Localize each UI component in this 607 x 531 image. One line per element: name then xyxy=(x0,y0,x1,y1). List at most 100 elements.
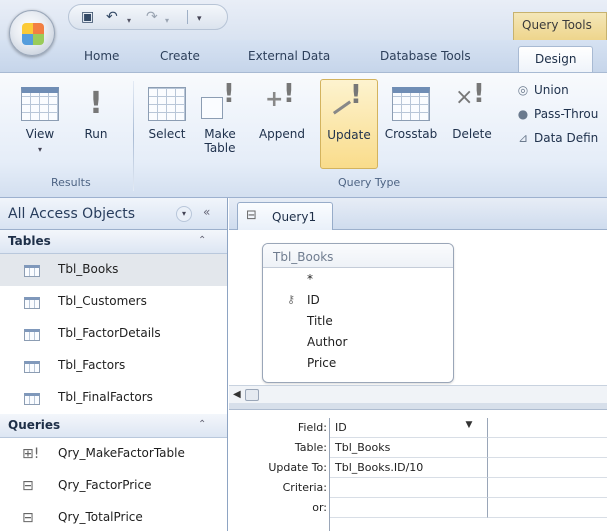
results-group-label: Results xyxy=(51,176,91,189)
tab-home[interactable]: Home xyxy=(84,49,119,63)
query-tools-context-label: Query Tools xyxy=(513,12,607,40)
union-label: Union xyxy=(534,83,569,97)
field-list-item[interactable]: Author xyxy=(307,335,347,349)
save-icon[interactable]: ▣ xyxy=(81,9,94,25)
make-table-icon: ! xyxy=(201,81,239,121)
grid-cell-empty[interactable] xyxy=(487,478,607,498)
field-list-item[interactable]: Price xyxy=(307,356,336,370)
queries-section-label: Queries xyxy=(8,418,61,432)
grid-cell-empty[interactable] xyxy=(487,418,607,438)
horizontal-scrollbar[interactable]: ◀ xyxy=(229,385,607,403)
run-label: Run xyxy=(84,127,108,141)
grid-cell-empty[interactable] xyxy=(487,458,607,478)
grid-row-label-update-to: Update To: xyxy=(268,461,327,474)
make-table-query-icon: ⊞! xyxy=(22,446,40,462)
union-button[interactable]: ◎ Union xyxy=(516,83,569,97)
tab-query1[interactable]: ⊟ Query1 xyxy=(237,202,333,230)
collapse-section-icon[interactable]: ⌃ xyxy=(198,235,206,246)
primary-key-icon: ⚷ xyxy=(287,293,296,306)
view-label: View xyxy=(25,127,55,141)
data-definition-button[interactable]: ⊿ Data Defin xyxy=(516,131,598,145)
collapse-section-icon[interactable]: ⌃ xyxy=(198,419,206,430)
nav-item-qry-totalprice[interactable]: ⊟ Qry_TotalPrice xyxy=(0,502,227,531)
chevron-down-icon[interactable]: ▾ xyxy=(176,206,192,222)
nav-item-tbl-customers[interactable]: Tbl_Customers xyxy=(0,286,227,318)
ribbon: View ▾ ! Run Results Select ! Make Table… xyxy=(0,72,607,198)
field-list-tbl-books[interactable]: Tbl_Books * ⚷ ID Title Author Price xyxy=(262,243,454,383)
table-icon xyxy=(24,265,40,277)
delete-button[interactable]: × ! Delete xyxy=(448,79,496,141)
document-tab-label: Query1 xyxy=(272,210,317,224)
nav-item-label: Qry_MakeFactorTable xyxy=(58,446,185,460)
nav-item-tbl-factors[interactable]: Tbl_Factors xyxy=(0,350,227,382)
tables-section-header[interactable]: Tables ⌃ xyxy=(0,230,227,254)
delete-label: Delete xyxy=(452,127,492,141)
scroll-left-icon[interactable]: ◀ xyxy=(233,389,241,400)
grid-row-label-criteria: Criteria: xyxy=(282,481,327,494)
nav-item-tbl-finalfactors[interactable]: Tbl_FinalFactors xyxy=(0,382,227,414)
field-list-item[interactable]: Title xyxy=(307,314,333,328)
tab-design[interactable]: Design xyxy=(518,46,594,73)
update-button[interactable]: ! Update xyxy=(320,79,378,169)
tab-database-tools[interactable]: Database Tools xyxy=(380,49,471,63)
table-pane: Tbl_Books * ⚷ ID Title Author Price xyxy=(229,231,607,411)
table-icon xyxy=(24,297,40,309)
crosstab-icon xyxy=(392,87,430,121)
tables-section-label: Tables xyxy=(8,234,51,248)
make-table-label-1: Make xyxy=(204,127,236,141)
select-query-icon: ⊟ xyxy=(22,478,34,494)
redo-dropdown-icon[interactable]: ▾ xyxy=(165,13,169,29)
data-definition-icon: ⊿ xyxy=(517,131,529,145)
document-tab-strip: ⊟ Query1 xyxy=(229,198,607,230)
nav-item-qry-factorprice[interactable]: ⊟ Qry_FactorPrice xyxy=(0,470,227,502)
nav-item-label: Tbl_FactorDetails xyxy=(58,326,161,340)
scrollbar-thumb[interactable] xyxy=(245,389,259,401)
undo-icon[interactable]: ↶ xyxy=(106,9,118,25)
nav-item-label: Tbl_FinalFactors xyxy=(58,390,153,404)
field-list-item[interactable]: ID xyxy=(307,293,320,307)
field-list-title[interactable]: Tbl_Books xyxy=(263,244,453,268)
grid-row-label-or: or: xyxy=(312,501,327,514)
nav-item-label: Tbl_Customers xyxy=(58,294,147,308)
nav-item-label: Qry_TotalPrice xyxy=(58,510,143,524)
make-table-button[interactable]: ! Make Table xyxy=(198,81,242,155)
tab-external-data[interactable]: External Data xyxy=(248,49,330,63)
run-button[interactable]: ! Run xyxy=(76,86,116,142)
group-separator xyxy=(133,81,134,191)
office-button[interactable] xyxy=(9,10,55,56)
navigation-pane: All Access Objects ▾ « Tables ⌃ Tbl_Book… xyxy=(0,198,228,531)
office-logo-icon xyxy=(22,23,44,45)
queries-section-header[interactable]: Queries ⌃ xyxy=(0,414,227,438)
field-list-item[interactable]: * xyxy=(307,272,313,286)
datasheet-view-icon xyxy=(21,87,59,121)
query-type-group-label: Query Type xyxy=(338,176,401,189)
grid-cell-empty[interactable] xyxy=(487,438,607,458)
make-table-label-2: Table xyxy=(204,141,236,155)
ribbon-tabs: Home Create External Data Database Tools… xyxy=(0,40,607,73)
run-icon: ! xyxy=(89,86,103,121)
shutter-bar-close-icon[interactable]: « xyxy=(203,205,210,219)
undo-dropdown-icon[interactable]: ▾ xyxy=(127,13,131,29)
append-label: Append xyxy=(258,127,306,141)
pass-through-button[interactable]: ● Pass-Throu xyxy=(516,107,599,121)
crosstab-button[interactable]: Crosstab xyxy=(384,87,438,141)
nav-item-tbl-factordetails[interactable]: Tbl_FactorDetails xyxy=(0,318,227,350)
update-icon: ! xyxy=(330,82,368,122)
view-button[interactable]: View ▾ xyxy=(18,87,62,157)
delete-icon: × ! xyxy=(455,79,485,110)
table-icon xyxy=(24,393,40,405)
select-query-button[interactable]: Select xyxy=(144,87,190,141)
append-button[interactable]: + ! Append xyxy=(256,81,308,141)
tab-create[interactable]: Create xyxy=(160,49,200,63)
grid-cell-empty[interactable] xyxy=(487,498,607,518)
nav-pane-header[interactable]: All Access Objects ▾ « xyxy=(0,198,227,230)
pane-splitter[interactable] xyxy=(229,403,607,410)
grid-column-divider xyxy=(329,418,487,531)
crosstab-label: Crosstab xyxy=(384,127,438,141)
redo-icon[interactable]: ↷ xyxy=(146,9,158,25)
union-icon: ◎ xyxy=(517,83,529,97)
nav-item-qry-makefactortable[interactable]: ⊞! Qry_MakeFactorTable xyxy=(0,438,227,470)
customize-qat-icon[interactable]: ▾ xyxy=(197,11,202,27)
data-definition-label: Data Defin xyxy=(534,131,599,145)
nav-item-tbl-books[interactable]: Tbl_Books xyxy=(0,254,227,286)
